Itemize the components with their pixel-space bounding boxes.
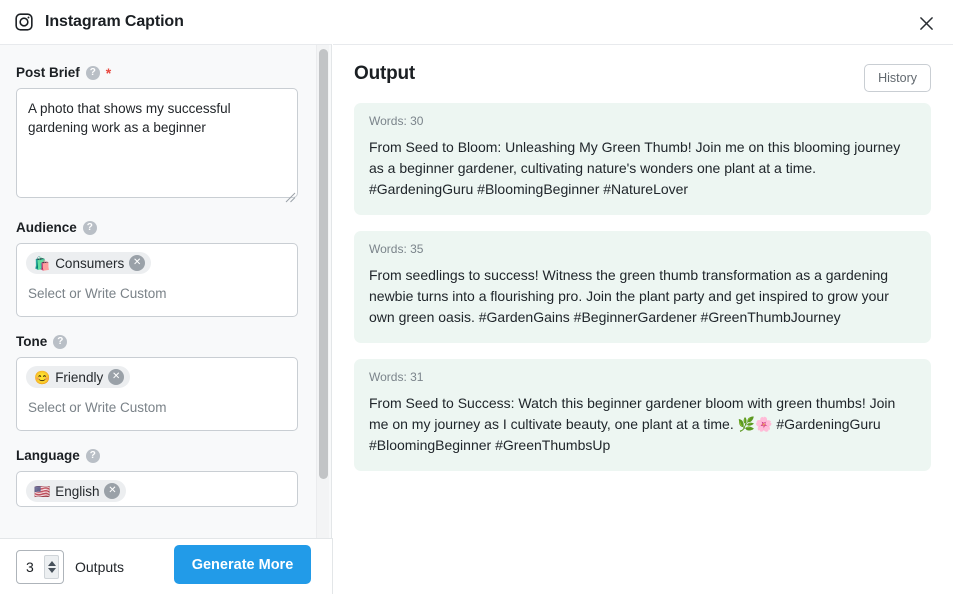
field-audience: Audience ? 🛍️ Consumers ✕ Select or Writ… — [16, 220, 316, 317]
required-marker: * — [105, 64, 112, 81]
tone-label-row: Tone ? — [16, 334, 316, 349]
chevron-up-icon[interactable] — [47, 560, 56, 566]
help-icon[interactable]: ? — [85, 65, 100, 80]
output-title: Output — [354, 63, 416, 84]
chevron-down-icon[interactable] — [47, 567, 56, 573]
word-count-badge: Words: 31 — [369, 370, 424, 384]
chip-label: Consumers — [55, 255, 125, 271]
post-brief-label: Post Brief — [16, 65, 80, 80]
tone-input[interactable]: Select or Write Custom — [26, 390, 288, 421]
word-count-badge: Words: 30 — [369, 114, 424, 128]
outputs-stepper[interactable]: 3 — [16, 549, 64, 584]
output-card[interactable]: Words: 35 From seedlings to success! Wit… — [354, 231, 931, 343]
form-scrollbar-track[interactable] — [316, 45, 329, 538]
output-header: Output History — [333, 45, 953, 103]
word-count-badge: Words: 35 — [369, 242, 424, 256]
language-tagbox[interactable]: 🇺🇸 English ✕ — [16, 471, 298, 507]
outputs-count-value[interactable]: 3 — [17, 559, 34, 575]
help-icon[interactable]: ? — [85, 448, 100, 463]
language-label: Language — [16, 448, 80, 463]
field-post-brief: Post Brief ? * — [16, 65, 316, 203]
generate-more-button[interactable]: Generate More — [174, 545, 311, 584]
chip-remove-icon[interactable]: ✕ — [104, 483, 121, 499]
close-icon — [918, 15, 935, 32]
flag-us-icon: 🇺🇸 — [34, 483, 51, 499]
chip-label: Friendly — [55, 369, 104, 385]
tone-tagbox[interactable]: 😊 Friendly ✕ Select or Write Custom — [16, 357, 298, 431]
form-panel: Post Brief ? * Audience ? — [0, 44, 332, 538]
field-language: Language ? 🇺🇸 English ✕ — [16, 448, 316, 507]
shopping-bags-icon: 🛍️ — [34, 255, 51, 271]
post-brief-input[interactable] — [16, 88, 298, 198]
window-titlebar: Instagram Caption — [0, 0, 953, 44]
output-panel: Output History Words: 30 From Seed to Bl… — [333, 44, 953, 594]
chip-remove-icon[interactable]: ✕ — [108, 369, 125, 385]
form-scrollbar-thumb[interactable] — [319, 49, 328, 479]
chip-consumers: 🛍️ Consumers ✕ — [26, 252, 152, 274]
page-title: Instagram Caption — [45, 13, 184, 30]
tone-label: Tone — [16, 334, 48, 349]
outputs-spinner[interactable] — [44, 554, 59, 579]
smiling-face-icon: 😊 — [34, 369, 51, 385]
caption-text: From Seed to Bloom: Unleashing My Green … — [369, 139, 901, 197]
history-button[interactable]: History — [864, 64, 931, 92]
chip-remove-icon[interactable]: ✕ — [129, 255, 146, 271]
caption-text: From seedlings to success! Witness the g… — [369, 267, 889, 325]
chip-english: 🇺🇸 English ✕ — [26, 480, 127, 502]
chip-label: English — [55, 483, 100, 499]
output-card[interactable]: Words: 31 From Seed to Success: Watch th… — [354, 359, 931, 471]
audience-label: Audience — [16, 220, 77, 235]
help-icon[interactable]: ? — [82, 220, 97, 235]
help-icon[interactable]: ? — [53, 334, 68, 349]
close-button[interactable] — [913, 10, 939, 36]
instagram-icon — [14, 12, 34, 32]
language-label-row: Language ? — [16, 448, 316, 463]
post-brief-label-row: Post Brief ? * — [16, 65, 316, 80]
audience-label-row: Audience ? — [16, 220, 316, 235]
output-card[interactable]: Words: 30 From Seed to Bloom: Unleashing… — [354, 103, 931, 215]
output-card-list: Words: 30 From Seed to Bloom: Unleashing… — [333, 103, 953, 471]
field-tone: Tone ? 😊 Friendly ✕ Select or Write Cust… — [16, 334, 316, 431]
outputs-label: Outputs — [75, 558, 125, 575]
caption-text: From Seed to Success: Watch this beginne… — [369, 395, 896, 453]
audience-input[interactable]: Select or Write Custom — [26, 276, 288, 307]
audience-tagbox[interactable]: 🛍️ Consumers ✕ Select or Write Custom — [16, 243, 298, 317]
chip-friendly: 😊 Friendly ✕ — [26, 366, 131, 388]
